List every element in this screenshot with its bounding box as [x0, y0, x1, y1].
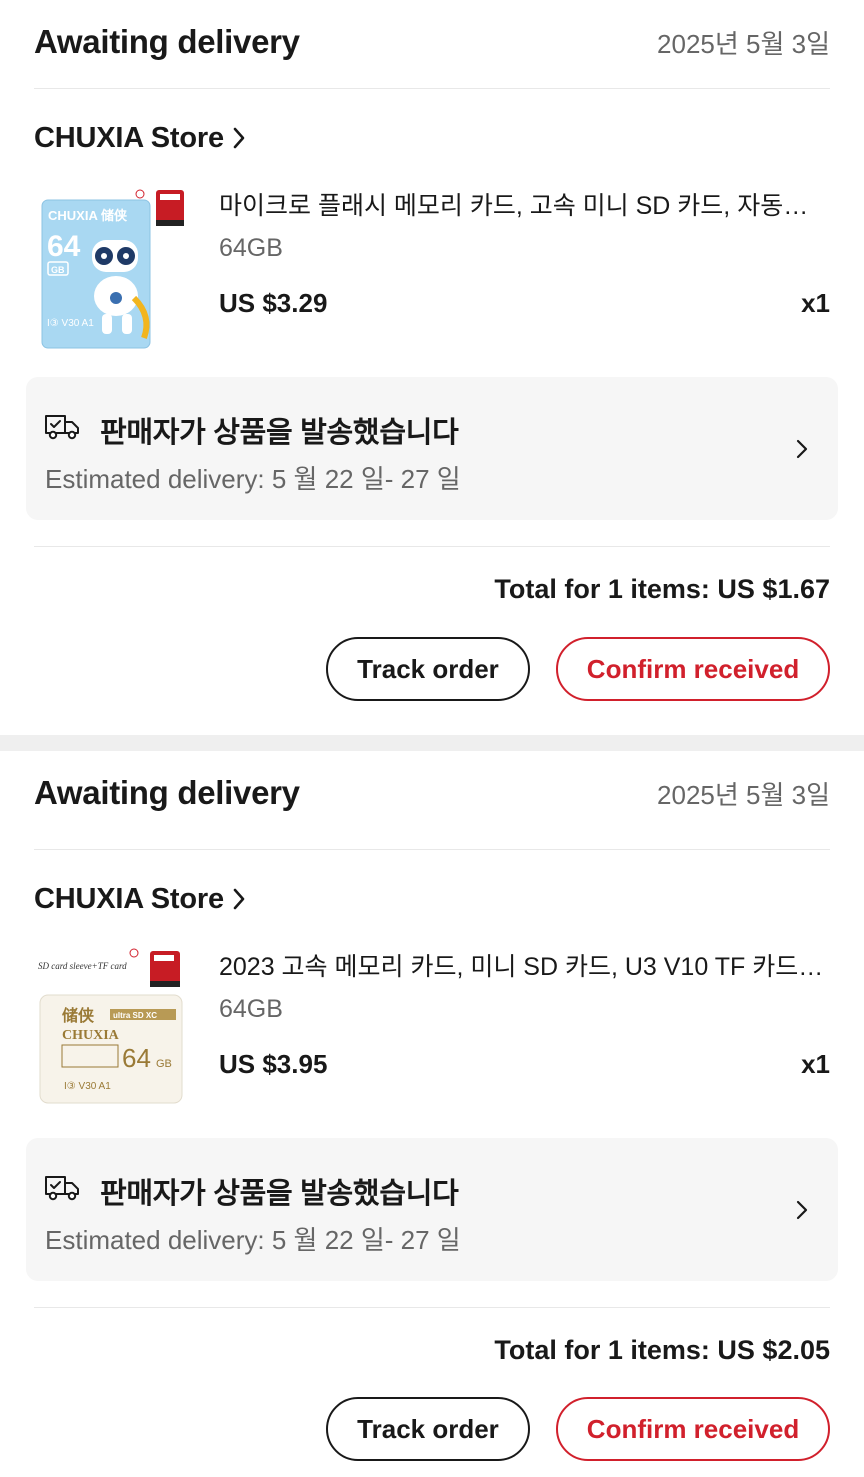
- product-variant: 64GB: [219, 995, 283, 1023]
- order-date: 2025년 5월 3일: [657, 779, 830, 810]
- order-header: Awaiting delivery 2025년 5월 3일: [34, 771, 830, 815]
- divider: [34, 88, 830, 89]
- product-item[interactable]: SD card sleeve+TF card 储侠 ultra SD XC CH…: [34, 939, 830, 1114]
- chevron-right-icon: [796, 439, 808, 459]
- svg-text:GB: GB: [156, 1058, 172, 1070]
- order-status-title: Awaiting delivery: [34, 774, 300, 811]
- product-price: US $3.95: [219, 1049, 328, 1079]
- svg-text:CHUXIA 储侠: CHUXIA 储侠: [48, 208, 128, 223]
- order-total: Total for 1 items: US $2.05: [494, 1335, 830, 1365]
- svg-text:64: 64: [122, 1043, 151, 1073]
- product-variant: 64GB: [219, 234, 283, 262]
- svg-text:64: 64: [47, 230, 81, 263]
- store-name: CHUXIA Store: [34, 882, 224, 915]
- svg-text:储侠: 储侠: [61, 1006, 95, 1025]
- divider: [34, 849, 830, 850]
- order-date: 2025년 5월 3일: [657, 28, 830, 59]
- product-title: 2023 고속 메모리 카드, 미니 SD 카드, U3 V10 TF 카드, …: [219, 953, 830, 981]
- chevron-right-icon: [233, 888, 245, 910]
- confirm-received-button[interactable]: Confirm received: [556, 1397, 830, 1461]
- svg-text:SD card sleeve+TF card: SD card sleeve+TF card: [38, 961, 127, 971]
- store-link[interactable]: CHUXIA Store: [34, 116, 246, 160]
- divider: [34, 1307, 830, 1308]
- store-link[interactable]: CHUXIA Store: [34, 877, 246, 921]
- order-card: Awaiting delivery 2025년 5월 3일 CHUXIA Sto…: [0, 751, 864, 1477]
- estimated-delivery: Estimated delivery: 5 월 22 일- 27 일: [45, 464, 461, 494]
- product-quantity: x1: [801, 1049, 830, 1079]
- divider: [34, 546, 830, 547]
- confirm-received-button[interactable]: Confirm received: [556, 637, 830, 701]
- shipping-status-panel[interactable]: 판매자가 상품을 발송했습니다 Estimated delivery: 5 월 …: [26, 1138, 838, 1281]
- shipping-status-text: 판매자가 상품을 발송했습니다: [100, 417, 459, 449]
- product-thumbnail: SD card sleeve+TF card 储侠 ultra SD XC CH…: [38, 948, 183, 1104]
- track-order-button[interactable]: Track order: [326, 637, 530, 701]
- shipping-status-panel[interactable]: 판매자가 상품을 발송했습니다 Estimated delivery: 5 월 …: [26, 377, 838, 520]
- chevron-right-icon: [796, 1200, 808, 1220]
- estimated-delivery: Estimated delivery: 5 월 22 일- 27 일: [45, 1225, 461, 1255]
- truck-icon: [45, 1176, 79, 1201]
- chevron-right-icon: [233, 127, 245, 149]
- product-title: 마이크로 플래시 메모리 카드, 고속 미니 SD 카드, 자동차 블랙박스 모…: [219, 192, 830, 220]
- order-header: Awaiting delivery 2025년 5월 3일: [34, 20, 830, 64]
- svg-text:I③ V30 A1: I③ V30 A1: [64, 1081, 111, 1092]
- product-quantity: x1: [801, 288, 830, 318]
- product-item[interactable]: CHUXIA 储侠 64 GB I③ V30 A1 마이크로 플래시 메모리 카…: [34, 178, 830, 353]
- truck-icon: [45, 415, 79, 440]
- order-card: Awaiting delivery 2025년 5월 3일 CHUXIA Sto…: [0, 0, 864, 735]
- svg-text:ultra SD XC: ultra SD XC: [113, 1011, 157, 1020]
- svg-text:GB: GB: [51, 265, 65, 275]
- order-status-title: Awaiting delivery: [34, 23, 300, 60]
- order-total: Total for 1 items: US $1.67: [494, 574, 830, 604]
- svg-text:I③ V30 A1: I③ V30 A1: [47, 318, 94, 329]
- svg-text:CHUXIA: CHUXIA: [62, 1028, 120, 1043]
- product-price: US $3.29: [219, 288, 328, 318]
- track-order-button[interactable]: Track order: [326, 1397, 530, 1461]
- product-thumbnail: CHUXIA 储侠 64 GB I③ V30 A1: [41, 189, 184, 349]
- store-name: CHUXIA Store: [34, 121, 224, 154]
- shipping-status-text: 판매자가 상품을 발송했습니다: [100, 1178, 459, 1210]
